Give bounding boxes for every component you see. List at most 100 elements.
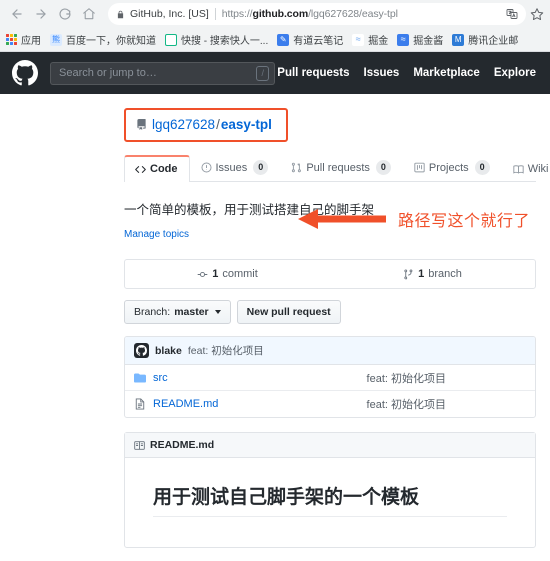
repo-action-buttons: Branch: master New pull request [124, 300, 536, 324]
new-pull-request-button[interactable]: New pull request [236, 300, 341, 324]
commit-author[interactable]: blake [155, 345, 182, 357]
bookmark-star-icon[interactable] [530, 7, 544, 21]
repo-tab-bar: Code Issues 0 Pull requests 0 Projects 0… [124, 151, 548, 182]
readme-heading: 用于测试自己脚手架的一个模板 [153, 482, 507, 517]
github-search-box[interactable]: / [50, 61, 275, 85]
tencent-mail-icon: M [452, 33, 465, 46]
branch-button-value: master [174, 306, 209, 318]
commits-count: 1 [212, 268, 219, 280]
table-row[interactable]: src feat: 初始化项目 [125, 365, 535, 391]
tab-issues[interactable]: Issues 0 [190, 152, 281, 182]
tab-label: Pull requests [306, 161, 370, 174]
repo-stats-wrapper: 1 commit 1 branch Branch: master New pul… [0, 259, 550, 548]
bookmark-item-apps[interactable]: 应用 [5, 32, 41, 47]
repo-title-highlight-box: lgq627628/easy-tpl [124, 108, 288, 142]
repo-full-name: lgq627628/easy-tpl [152, 117, 272, 132]
branches-label: branch [428, 268, 462, 280]
branch-icon [403, 269, 414, 280]
readme-body: 用于测试自己脚手架的一个模板 [125, 458, 535, 547]
file-name-link[interactable]: src [153, 372, 168, 384]
nav-marketplace[interactable]: Marketplace [413, 67, 479, 79]
forward-arrow-icon[interactable] [30, 3, 52, 25]
repo-name-link[interactable]: easy-tpl [221, 117, 272, 132]
manage-topics-link[interactable]: Manage topics [124, 229, 189, 240]
address-bar[interactable]: GitHub, Inc. [US] https://github.com/lgq… [108, 3, 526, 25]
url-path: /lgq627628/easy-tpl [308, 8, 398, 20]
bookmark-item-kuaisou[interactable]: 快搜 - 搜索快人一... [165, 32, 268, 47]
git-pull-request-icon [291, 162, 302, 173]
repo-owner-link[interactable]: lgq627628 [152, 117, 215, 132]
branches-count: 1 [418, 268, 425, 280]
juejin-icon: ≈ [352, 33, 365, 46]
commit-icon [197, 269, 208, 280]
commits-stat[interactable]: 1 commit [125, 268, 330, 280]
apps-grid-icon [5, 34, 17, 46]
folder-icon [134, 372, 146, 384]
bookmark-label: 百度一下，你就知道 [66, 36, 156, 47]
search-input[interactable] [59, 67, 257, 79]
book-icon [513, 164, 524, 175]
tab-counter: 0 [474, 160, 490, 175]
file-icon [134, 398, 146, 410]
home-icon[interactable] [78, 3, 100, 25]
file-browser-table: blake feat: 初始化项目 src feat: 初始化项目 README… [124, 336, 536, 418]
commit-message[interactable]: feat: 初始化项目 [188, 343, 264, 358]
tab-projects[interactable]: Projects 0 [403, 152, 502, 182]
table-row[interactable]: README.md feat: 初始化项目 [125, 391, 535, 417]
nav-pull-requests[interactable]: Pull requests [277, 67, 349, 79]
tab-wiki[interactable]: Wiki [502, 155, 550, 182]
url-domain: github.com [252, 8, 309, 20]
branch-button-prefix: Branch: [134, 306, 171, 318]
site-identity-label: GitHub, Inc. [US] [130, 8, 209, 20]
reload-icon[interactable] [54, 3, 76, 25]
code-icon [135, 164, 146, 175]
branch-selector-button[interactable]: Branch: master [124, 300, 231, 324]
bookmark-item-tencent-mail[interactable]: M 腾讯企业邮 [452, 32, 518, 47]
repo-icon [136, 119, 147, 130]
repo-numbers-summary: 1 commit 1 branch [124, 259, 536, 289]
github-header: / Pull requests Issues Marketplace Explo… [0, 52, 550, 94]
annotation-text: 路径写这个就行了 [398, 213, 531, 230]
baidu-icon: 熊 [50, 33, 62, 46]
tab-pull-requests[interactable]: Pull requests 0 [280, 152, 403, 182]
browser-chrome: GitHub, Inc. [US] https://github.com/lgq… [0, 0, 550, 52]
lock-icon [116, 10, 125, 19]
bookmark-label: 快搜 - 搜索快人一... [181, 36, 269, 47]
repo-page: lgq627628/easy-tpl Code Issues 0 Pull re… [0, 94, 550, 548]
nav-explore[interactable]: Explore [494, 67, 536, 79]
file-commit-message[interactable]: feat: 初始化项目 [367, 396, 526, 412]
tab-label: Code [150, 163, 178, 175]
branches-stat[interactable]: 1 branch [330, 268, 535, 280]
tab-label: Wiki [527, 163, 549, 175]
tab-code[interactable]: Code [124, 155, 190, 182]
bookmark-label: 应用 [21, 36, 41, 47]
readme-title: README.md [150, 439, 215, 451]
project-board-icon [414, 162, 425, 173]
nav-issues[interactable]: Issues [364, 67, 400, 79]
juejinjiang-icon: ≈ [397, 33, 410, 46]
github-mark-icon[interactable] [12, 60, 38, 86]
avatar[interactable] [134, 343, 149, 358]
book-icon [134, 440, 145, 451]
tab-label: Issues [215, 161, 248, 174]
translate-icon[interactable] [506, 8, 518, 20]
bookmark-item-baidu[interactable]: 熊 百度一下，你就知道 [50, 32, 156, 47]
browser-toolbar: GitHub, Inc. [US] https://github.com/lgq… [0, 0, 550, 28]
left-arrow-annotation-icon [298, 209, 386, 229]
kuaisou-icon [165, 33, 177, 46]
bookmark-item-juejin[interactable]: ≈ 掘金 [352, 32, 388, 47]
annotation-overlay: 路径写这个就行了 [296, 206, 530, 232]
youdao-icon: ✎ [277, 33, 290, 46]
readme-panel: README.md 用于测试自己脚手架的一个模板 [124, 432, 536, 548]
bookmark-item-youdao[interactable]: ✎ 有道云笔记 [277, 32, 343, 47]
file-name-link[interactable]: README.md [153, 398, 218, 410]
url-scheme: https:// [221, 8, 253, 20]
github-primary-nav: Pull requests Issues Marketplace Explore [277, 67, 538, 79]
url-text: https://github.com/lgq627628/easy-tpl [222, 8, 398, 20]
file-commit-message[interactable]: feat: 初始化项目 [367, 370, 526, 386]
back-arrow-icon[interactable] [6, 3, 28, 25]
bookmark-item-juejinjiang[interactable]: ≈ 掘金酱 [397, 32, 443, 47]
latest-commit-row: blake feat: 初始化项目 [125, 337, 535, 365]
omnibox-divider [214, 8, 216, 20]
issue-opened-icon [200, 162, 212, 173]
